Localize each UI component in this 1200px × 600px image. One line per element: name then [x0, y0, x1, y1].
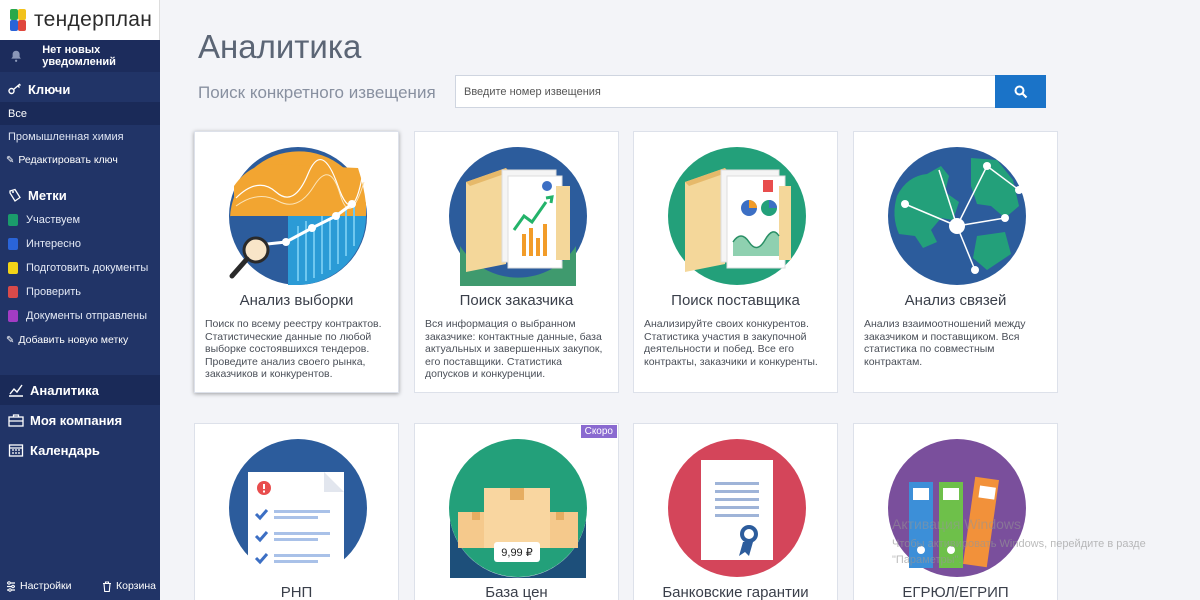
nav-calendar-label: Календарь: [30, 442, 100, 458]
key-item-label: Промышленная химия: [8, 130, 124, 143]
card-title: Анализ связей: [904, 292, 1007, 309]
calendar-icon: [8, 444, 24, 457]
windows-activation-text: Чтобы активировать Windows, перейдите в …: [892, 538, 1146, 550]
trash-icon: [103, 580, 111, 592]
tag-label: Интересно: [26, 238, 81, 250]
tag-color-swatch: [8, 286, 18, 298]
card-supplier-search[interactable]: Поиск поставщика Анализируйте своих конк…: [633, 131, 838, 393]
brand-name: тендерплан: [34, 8, 153, 31]
edit-key-label: Редактировать ключ: [18, 154, 118, 166]
page-title: Аналитика: [198, 28, 362, 65]
coming-soon-badge: Скоро: [580, 425, 617, 438]
keys-heading-label: Ключи: [28, 81, 71, 97]
search-icon: [1014, 85, 1027, 98]
card-description: Анализируйте своих конкурентов. Статисти…: [644, 318, 818, 368]
card-rnp[interactable]: РНП: [194, 423, 399, 600]
card-customer-search[interactable]: Поиск заказчика Вся информация о выбранн…: [414, 131, 619, 393]
tag-color-swatch: [8, 214, 18, 226]
brand-logo[interactable]: тендерплан: [0, 0, 160, 40]
nav-my-company[interactable]: Моя компания: [0, 405, 160, 435]
customer-search-illustration: [449, 147, 587, 286]
tag-label: Участвуем: [26, 214, 81, 226]
notifications-text: Нет новых уведомлений: [42, 44, 116, 68]
key-item-industrial-chemistry[interactable]: Промышленная химия: [0, 125, 160, 148]
keys-heading: Ключи: [0, 76, 160, 102]
settings-link[interactable]: Настройки: [6, 580, 72, 592]
tag-label: Проверить: [26, 286, 82, 298]
nav-analytics-label: Аналитика: [30, 382, 99, 398]
card-relationship-analysis[interactable]: Анализ связей Анализ взаимоотношений меж…: [853, 131, 1058, 393]
notice-search-input[interactable]: [455, 75, 996, 108]
card-title: Поиск заказчика: [459, 292, 574, 309]
sample-analysis-illustration: [229, 147, 367, 285]
tag-color-swatch: [8, 238, 18, 250]
add-tag-link[interactable]: ✎ Добавить новую метку: [0, 328, 160, 352]
relationship-analysis-illustration: [888, 147, 1026, 285]
pencil-icon: ✎: [6, 334, 15, 346]
notifications-bar[interactable]: Нет новых уведомлений: [0, 40, 160, 72]
tags-heading: Метки: [0, 182, 160, 208]
tag-item-check[interactable]: Проверить: [0, 280, 160, 304]
sidebar-footer: Настройки Корзина: [0, 580, 160, 592]
nav-my-company-label: Моя компания: [30, 412, 123, 428]
tag-icon: [9, 188, 21, 202]
tags-heading-label: Метки: [28, 187, 67, 203]
card-bank-guarantees[interactable]: Банковские гарантии: [633, 423, 838, 600]
tag-item-prepare-documents[interactable]: Подготовить документы: [0, 256, 160, 280]
card-description: Анализ взаимоотношений между заказчиком …: [864, 318, 1026, 368]
settings-icon: [7, 580, 15, 592]
trash-link[interactable]: Корзина: [102, 580, 156, 592]
price-tag-text: 9,99 ₽: [501, 547, 532, 559]
main-content: Аналитика Поиск конкретного извещения Ан…: [160, 0, 1200, 600]
card-sample-analysis[interactable]: Анализ выборки Поиск по всему реестру ко…: [194, 131, 399, 393]
tag-label: Документы отправлены: [26, 310, 147, 322]
card-title: Анализ выборки: [239, 292, 354, 309]
tag-item-participating[interactable]: Участвуем: [0, 208, 160, 232]
edit-key-link[interactable]: ✎ Редактировать ключ: [0, 148, 160, 172]
logo-icon: [10, 9, 26, 31]
tag-label: Подготовить документы: [26, 262, 149, 274]
briefcase-icon: [8, 414, 24, 427]
card-egrul-egrip[interactable]: ЕГРЮЛ/ЕГРИП: [853, 423, 1058, 600]
windows-activation-text-2: "Параметры".: [892, 554, 962, 566]
tag-color-swatch: [8, 262, 18, 274]
supplier-search-illustration: [668, 147, 806, 285]
card-title: РНП: [280, 584, 313, 600]
card-title: База цен: [485, 584, 548, 600]
bell-icon: [11, 50, 21, 62]
nav-analytics[interactable]: Аналитика: [0, 375, 160, 405]
card-price-base[interactable]: Скоро 9,99 ₽ База цен: [414, 423, 619, 600]
tag-item-interesting[interactable]: Интересно: [0, 232, 160, 256]
card-description: Поиск по всему реестру контрактов. Стати…: [205, 318, 382, 381]
key-item-label: Все: [8, 107, 27, 120]
card-description: Вся информация о выбранном заказчике: ко…: [425, 318, 603, 381]
tag-item-documents-sent[interactable]: Документы отправлены: [0, 304, 160, 328]
settings-label: Настройки: [20, 580, 72, 592]
windows-activation-title: Активация Windows: [892, 516, 1022, 532]
search-button[interactable]: [995, 75, 1046, 108]
pencil-icon: ✎: [6, 154, 15, 166]
sidebar: тендерплан Нет новых уведомлений Ключи В…: [0, 0, 160, 600]
key-icon: [8, 83, 21, 95]
chart-icon: [9, 384, 23, 397]
card-title: Поиск поставщика: [671, 292, 800, 309]
card-title: ЕГРЮЛ/ЕГРИП: [902, 584, 1009, 600]
nav-calendar[interactable]: Календарь: [0, 435, 160, 465]
price-base-illustration: 9,99 ₽: [449, 439, 587, 578]
bank-guarantees-illustration: [668, 439, 806, 577]
rnp-illustration: [229, 439, 367, 578]
add-tag-label: Добавить новую метку: [18, 334, 129, 346]
search-label: Поиск конкретного извещения: [198, 83, 436, 102]
key-item-all[interactable]: Все: [0, 102, 160, 125]
tag-color-swatch: [8, 310, 18, 322]
card-title: Банковские гарантии: [662, 584, 809, 600]
trash-label: Корзина: [116, 580, 156, 592]
